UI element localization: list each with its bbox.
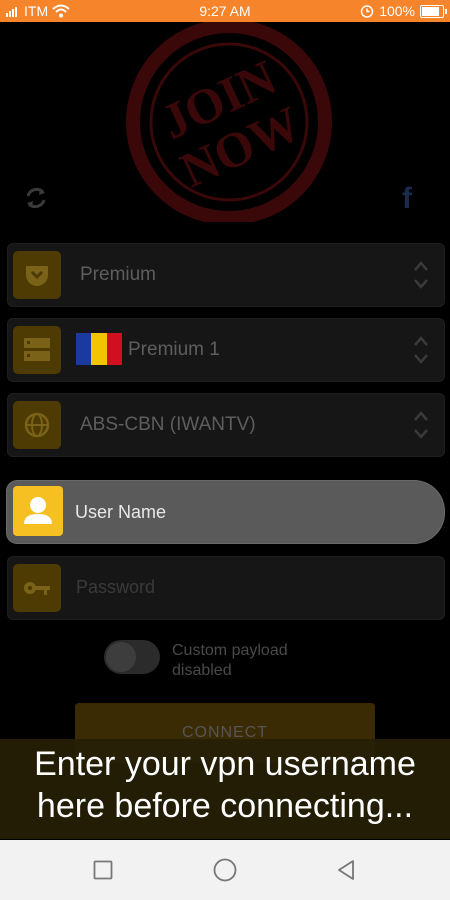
alarm-icon (360, 5, 374, 18)
network-type-selector[interactable]: Premium (7, 243, 445, 307)
server-selector[interactable]: Premium 1 (7, 318, 445, 382)
recents-icon[interactable] (93, 860, 113, 880)
user-icon (24, 497, 52, 524)
caption-line1: Enter your vpn username (34, 745, 416, 783)
battery-percent: 100% (379, 3, 415, 19)
back-icon[interactable] (336, 859, 356, 881)
caption-line2: here before connecting... (36, 787, 414, 825)
status-right: 100% (360, 3, 447, 19)
home-icon[interactable] (213, 858, 237, 882)
chevron-updown-icon (414, 261, 428, 289)
globe-icon (24, 412, 50, 438)
globe-icon-box (13, 401, 61, 449)
key-icon (24, 582, 50, 595)
status-bar: ITM 9:27 AM 100% (0, 0, 450, 22)
custom-payload-label: Custom payload disabled (172, 641, 288, 681)
payload-selector[interactable]: ABS-CBN (IWANTV) (7, 393, 445, 457)
payload-line2: disabled (172, 662, 232, 679)
payload-line1: Custom payload (172, 642, 288, 659)
user-icon-box (13, 486, 63, 536)
server-icon-box (13, 326, 61, 374)
toggle-knob (106, 642, 136, 672)
password-field[interactable]: Password (7, 556, 445, 620)
tutorial-caption: Enter your vpn username here before conn… (0, 739, 450, 839)
username-field[interactable]: User Name (7, 481, 444, 543)
custom-payload-toggle[interactable] (104, 640, 160, 674)
username-placeholder: User Name (75, 502, 167, 522)
key-icon-box (13, 564, 61, 612)
chevron-updown-icon (414, 411, 428, 439)
navigation-bar (0, 840, 450, 900)
network-type-label: Premium (80, 264, 157, 285)
password-placeholder: Password (76, 577, 156, 597)
pocket-icon-box (13, 251, 61, 299)
refresh-icon[interactable] (22, 184, 50, 212)
battery-icon (420, 4, 447, 18)
payload-label: ABS-CBN (IWANTV) (80, 414, 256, 435)
server-label: Premium 1 (128, 339, 220, 360)
facebook-icon[interactable]: f (402, 182, 412, 216)
country-flag (76, 333, 122, 365)
server-icon (24, 338, 50, 361)
join-now-stamp[interactable]: JOIN NOW (112, 22, 347, 222)
pocket-icon (26, 266, 48, 286)
chevron-updown-icon (414, 336, 428, 364)
